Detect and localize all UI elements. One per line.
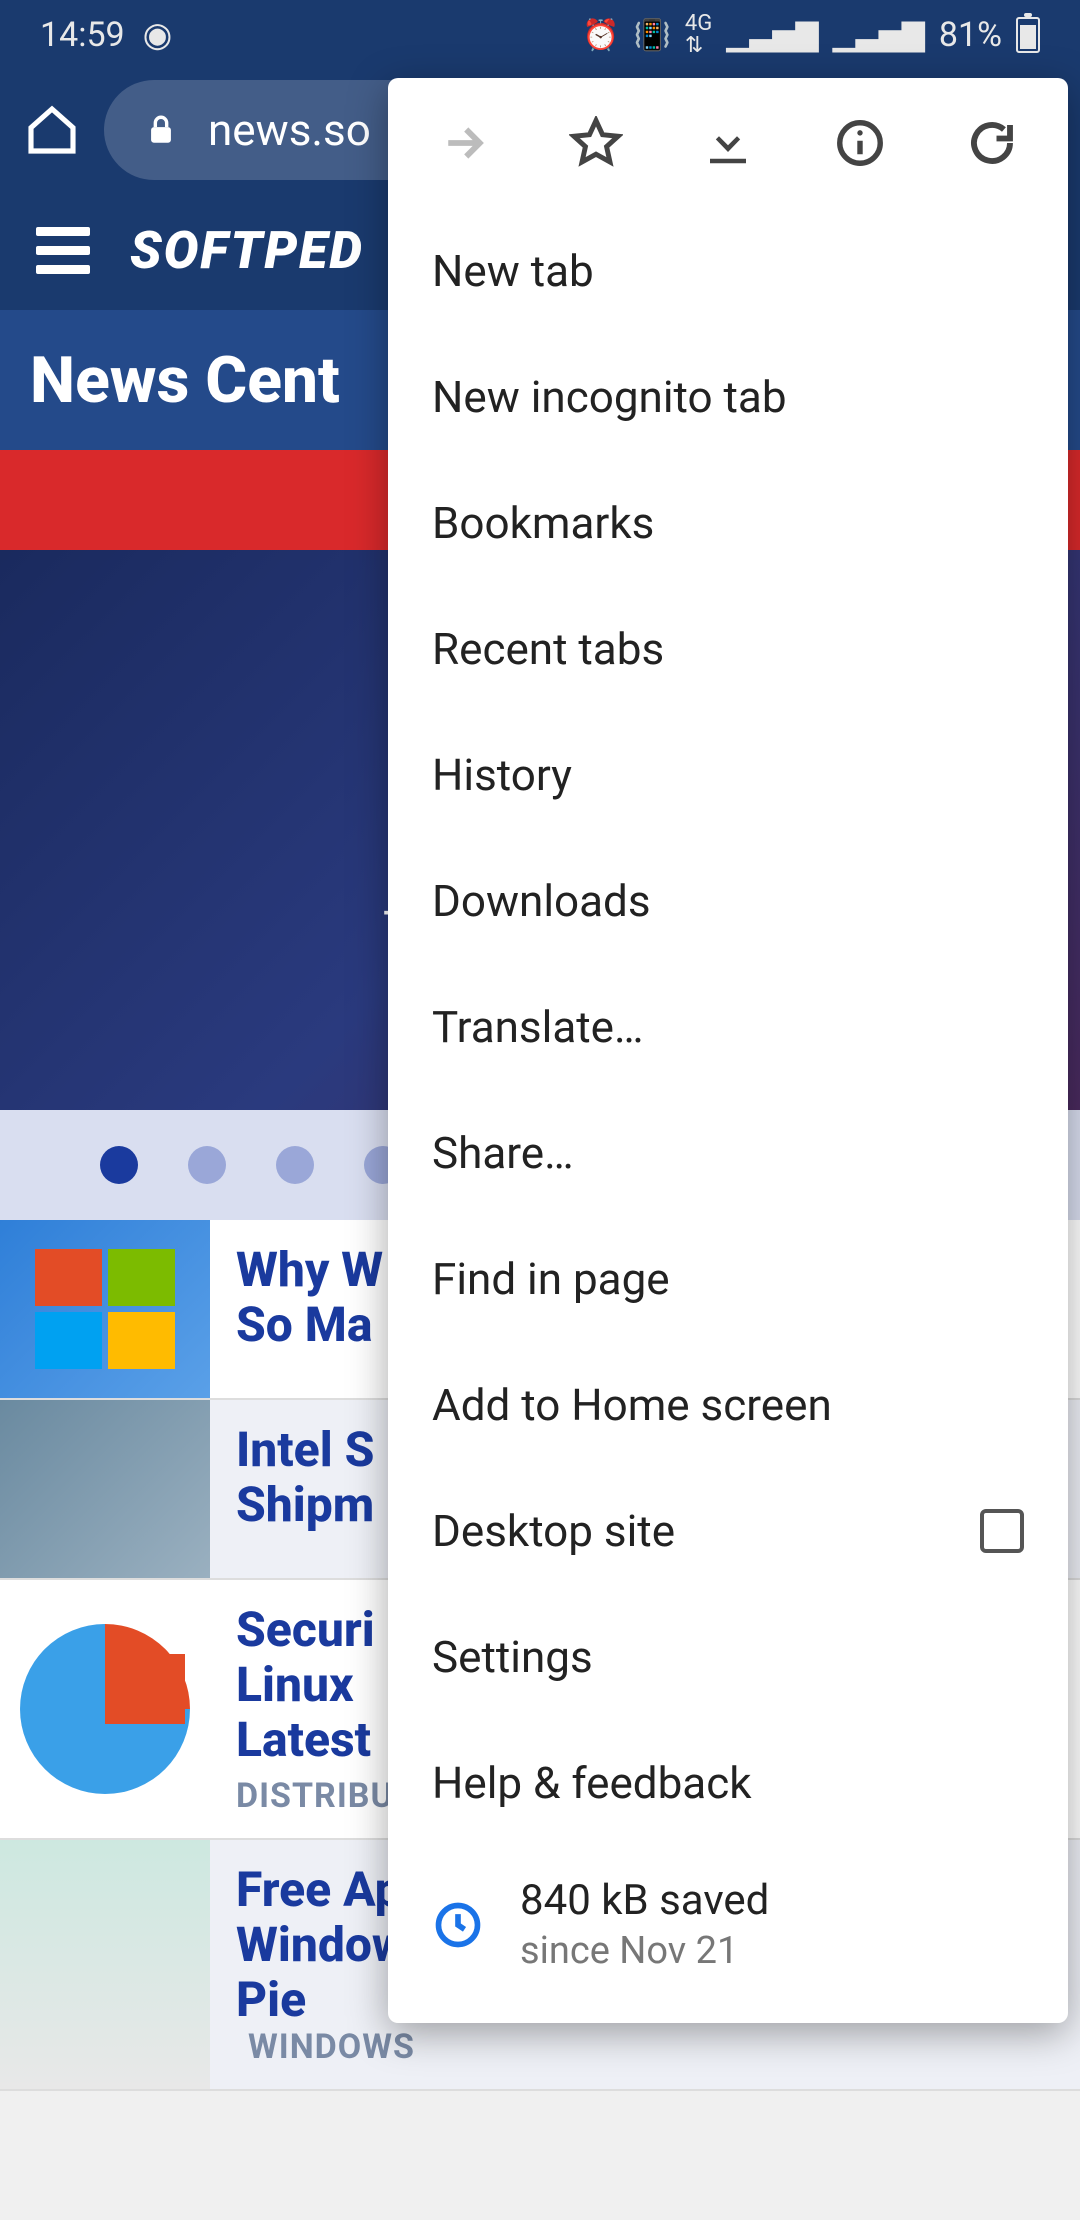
menu-add-to-home-screen[interactable]: Add to Home screen: [388, 1342, 1068, 1468]
network-4g-icon: 4G⇅: [685, 13, 712, 57]
menu-settings[interactable]: Settings: [388, 1594, 1068, 1720]
article-thumb: [0, 1220, 210, 1398]
menu-downloads[interactable]: Downloads: [388, 838, 1068, 964]
status-app-icon: ◉: [143, 15, 173, 55]
menu-history[interactable]: History: [388, 712, 1068, 838]
menu-find-in-page[interactable]: Find in page: [388, 1216, 1068, 1342]
menu-bookmarks[interactable]: Bookmarks: [388, 460, 1068, 586]
site-logo[interactable]: SOFTPED: [130, 220, 364, 281]
carousel-dot-2[interactable]: [188, 1146, 226, 1184]
article-thumb: [0, 1580, 210, 1838]
carousel-dot-1[interactable]: [100, 1146, 138, 1184]
battery-icon: [1016, 17, 1040, 53]
menu-new-tab[interactable]: New tab: [388, 208, 1068, 334]
menu-desktop-site[interactable]: Desktop site: [388, 1468, 1068, 1594]
browser-overflow-menu: New tab New incognito tab Bookmarks Rece…: [388, 78, 1068, 2023]
page-info-button[interactable]: [810, 93, 910, 193]
data-saver-amount: 840 kB saved: [520, 1876, 769, 1925]
url-text: news.so: [208, 104, 371, 156]
menu-share[interactable]: Share…: [388, 1090, 1068, 1216]
site-menu-button[interactable]: [36, 227, 90, 274]
article-category: WINDOWS: [248, 2027, 415, 2067]
menu-translate[interactable]: Translate…: [388, 964, 1068, 1090]
signal-icon: ▁▃▅▇: [726, 18, 818, 53]
home-button[interactable]: [24, 102, 80, 158]
download-button[interactable]: [678, 93, 778, 193]
desktop-site-checkbox[interactable]: [980, 1509, 1024, 1553]
bookmark-star-button[interactable]: [546, 93, 646, 193]
reload-button[interactable]: [942, 93, 1042, 193]
lock-icon: [144, 110, 178, 150]
carousel-dot-3[interactable]: [276, 1146, 314, 1184]
vibrate-icon: 📳: [634, 18, 671, 53]
menu-help-feedback[interactable]: Help & feedback: [388, 1720, 1068, 1846]
menu-recent-tabs[interactable]: Recent tabs: [388, 586, 1068, 712]
status-time: 14:59: [40, 15, 125, 55]
data-saver-icon: [432, 1899, 484, 1951]
article-thumb: [0, 1840, 210, 2090]
alarm-icon: ⏰: [582, 18, 619, 53]
signal-icon-2: ▁▃▅▇: [833, 18, 925, 53]
article-thumb: [0, 1400, 210, 1578]
data-saver-since: since Nov 21: [520, 1929, 769, 1973]
battery-percent: 81%: [939, 15, 1002, 55]
status-bar: 14:59 ◉ ⏰ 📳 4G⇅ ▁▃▅▇ ▁▃▅▇ 81%: [0, 0, 1080, 70]
forward-button[interactable]: [414, 93, 514, 193]
menu-new-incognito-tab[interactable]: New incognito tab: [388, 334, 1068, 460]
menu-data-saver[interactable]: 840 kB saved since Nov 21: [388, 1846, 1068, 2013]
